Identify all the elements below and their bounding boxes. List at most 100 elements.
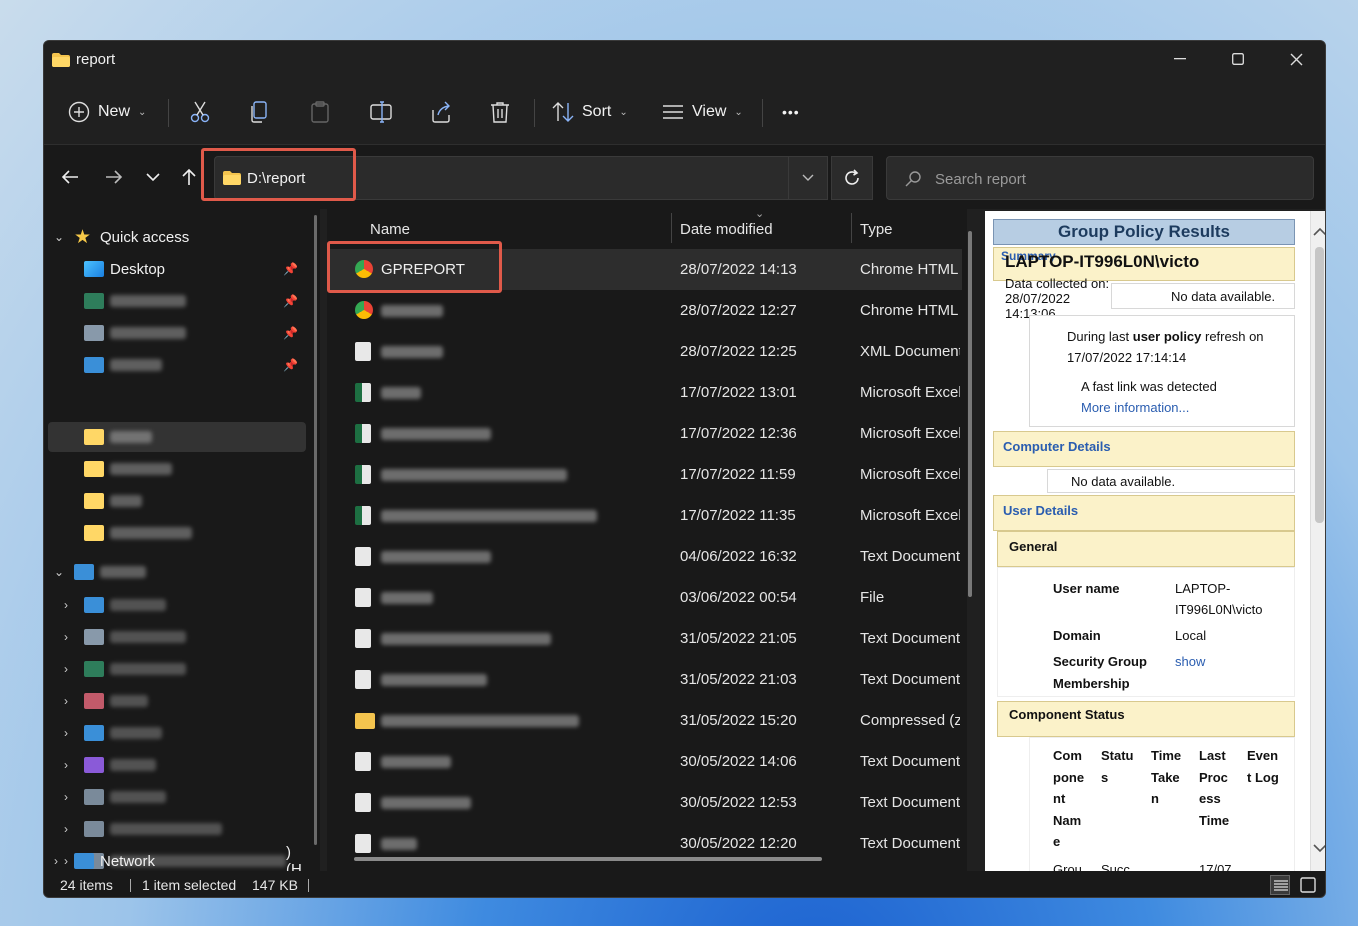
recent-locations-button[interactable] <box>139 165 167 189</box>
column-divider[interactable] <box>851 213 852 243</box>
trash-icon <box>491 102 509 123</box>
tiles-view-button[interactable] <box>1298 875 1318 895</box>
component-column-header: Com <box>1053 748 1082 763</box>
file-row[interactable]: 17/07/2022 11:35 Microsoft Excel <box>327 495 962 536</box>
folder-icon <box>52 53 70 67</box>
file-date: 30/05/2022 14:06 <box>680 753 797 770</box>
search-box[interactable] <box>886 156 1314 200</box>
sidebar-item-this-pc[interactable]: ⌄ <box>48 557 306 587</box>
more-label: ••• <box>782 104 800 120</box>
sidebar-item-pictures[interactable]: 📌 <box>48 350 306 380</box>
preview-scroll-thumb[interactable] <box>1315 247 1324 523</box>
file-row[interactable]: 17/07/2022 12:36 Microsoft Excel <box>327 413 962 454</box>
more-information-link[interactable]: More information... <box>1081 400 1189 415</box>
horizontal-scrollbar[interactable] <box>354 857 822 861</box>
document-icon <box>84 325 104 341</box>
view-button[interactable]: View ⌄ <box>662 97 743 127</box>
share-icon <box>432 101 450 123</box>
file-explorer-window: report New ⌄ Sort ⌄ View ⌄ ••• D:\report… <box>43 40 1326 898</box>
sidebar-item-music[interactable]: › <box>48 686 306 716</box>
sidebar-item-folder[interactable] <box>48 454 306 484</box>
close-button[interactable] <box>1267 41 1325 77</box>
chevron-right-icon: › <box>64 598 68 612</box>
sidebar-item-quick-access[interactable]: ⌄ ★ Quick access <box>48 222 306 252</box>
refresh-button[interactable] <box>831 156 873 200</box>
sidebar-item-folder[interactable] <box>48 518 306 548</box>
file-row[interactable]: 31/05/2022 21:03 Text Document <box>327 659 962 700</box>
new-button[interactable]: New ⌄ <box>68 97 146 127</box>
file-row[interactable]: 17/07/2022 11:59 Microsoft Excel <box>327 454 962 495</box>
file-row[interactable]: 17/07/2022 13:01 Microsoft Excel <box>327 372 962 413</box>
copy-button[interactable] <box>250 97 268 127</box>
computer-icon <box>74 564 94 580</box>
component-column-header: n <box>1151 791 1159 806</box>
maximize-button[interactable] <box>1209 41 1267 77</box>
arrow-right-icon <box>106 170 123 184</box>
sidebar-item-desktop[interactable]: › <box>48 590 306 620</box>
sort-button[interactable]: Sort ⌄ <box>552 97 628 127</box>
file-date: 17/07/2022 12:36 <box>680 425 797 442</box>
chevron-right-icon: › <box>54 854 58 868</box>
drive-icon <box>84 789 104 805</box>
sidebar-item-documents[interactable]: › <box>48 622 306 652</box>
file-row[interactable]: GPREPORT 28/07/2022 14:13 Chrome HTML <box>327 249 962 290</box>
plus-circle-icon <box>68 101 90 123</box>
sidebar-scrollbar[interactable] <box>314 215 317 845</box>
file-date: 30/05/2022 12:20 <box>680 835 797 852</box>
paste-button[interactable] <box>310 97 330 127</box>
column-header-label: Type <box>860 220 893 238</box>
security-group-label-line1: Security Group <box>1053 654 1147 669</box>
network-icon <box>74 853 94 869</box>
file-row[interactable]: 31/05/2022 15:20 Compressed (zi <box>327 700 962 741</box>
sidebar-item-report[interactable] <box>48 422 306 452</box>
file-row[interactable]: 28/07/2022 12:25 XML Document <box>327 331 962 372</box>
file-type: Microsoft Excel <box>860 507 960 524</box>
sidebar-item-pictures[interactable]: › <box>48 718 306 748</box>
sidebar-item-videos[interactable]: › <box>48 750 306 780</box>
show-link[interactable]: show <box>1175 654 1205 669</box>
user-details-heading[interactable]: User Details <box>1003 503 1078 518</box>
new-label: New <box>98 103 131 120</box>
file-list-scrollbar[interactable] <box>968 231 972 597</box>
share-button[interactable] <box>430 97 452 127</box>
column-divider[interactable] <box>671 213 672 243</box>
up-button[interactable] <box>175 165 203 189</box>
file-date: 04/06/2022 16:32 <box>680 548 797 565</box>
address-bar[interactable]: D:\report <box>214 156 828 200</box>
column-header-name[interactable]: Name <box>370 209 410 249</box>
back-button[interactable] <box>56 165 84 189</box>
file-row[interactable]: 30/05/2022 14:06 Text Document <box>327 741 962 782</box>
desktop-icon <box>84 597 104 613</box>
blurred-file-name <box>381 346 443 358</box>
sidebar-item-downloads[interactable]: 📌 <box>48 286 306 316</box>
sidebar-item-drive[interactable]: › <box>48 782 306 812</box>
minimize-icon <box>1174 58 1186 60</box>
file-row[interactable]: 04/06/2022 16:32 Text Document <box>327 536 962 577</box>
video-icon <box>84 757 104 773</box>
sidebar-item-desktop[interactable]: Desktop 📌 <box>48 254 306 284</box>
cut-button[interactable] <box>190 97 210 127</box>
file-row[interactable]: 31/05/2022 21:05 Text Document <box>327 618 962 659</box>
address-history-button[interactable] <box>788 156 828 200</box>
sidebar-item-downloads[interactable]: › <box>48 654 306 684</box>
copy-icon <box>251 101 267 123</box>
file-row[interactable]: 03/06/2022 00:54 File <box>327 577 962 618</box>
search-input[interactable] <box>935 168 1295 190</box>
delete-button[interactable] <box>490 97 510 127</box>
more-options-button[interactable]: ••• <box>782 97 800 127</box>
download-icon <box>84 293 104 309</box>
preview-scrollbar[interactable] <box>1310 211 1325 871</box>
column-header-type[interactable]: Type <box>860 209 893 249</box>
rename-button[interactable] <box>370 97 392 127</box>
details-view-button[interactable] <box>1270 875 1290 895</box>
forward-button[interactable] <box>100 165 128 189</box>
minimize-button[interactable] <box>1151 41 1209 77</box>
file-row[interactable]: 28/07/2022 12:27 Chrome HTML <box>327 290 962 331</box>
sidebar-item-drive[interactable]: › <box>48 814 306 844</box>
document-icon <box>355 834 371 853</box>
sidebar-item-folder[interactable] <box>48 486 306 516</box>
user-name-label: User name <box>1053 581 1120 596</box>
computer-details-heading[interactable]: Computer Details <box>1003 439 1111 454</box>
sidebar-item-documents[interactable]: 📌 <box>48 318 306 348</box>
file-row[interactable]: 30/05/2022 12:53 Text Document <box>327 782 962 823</box>
